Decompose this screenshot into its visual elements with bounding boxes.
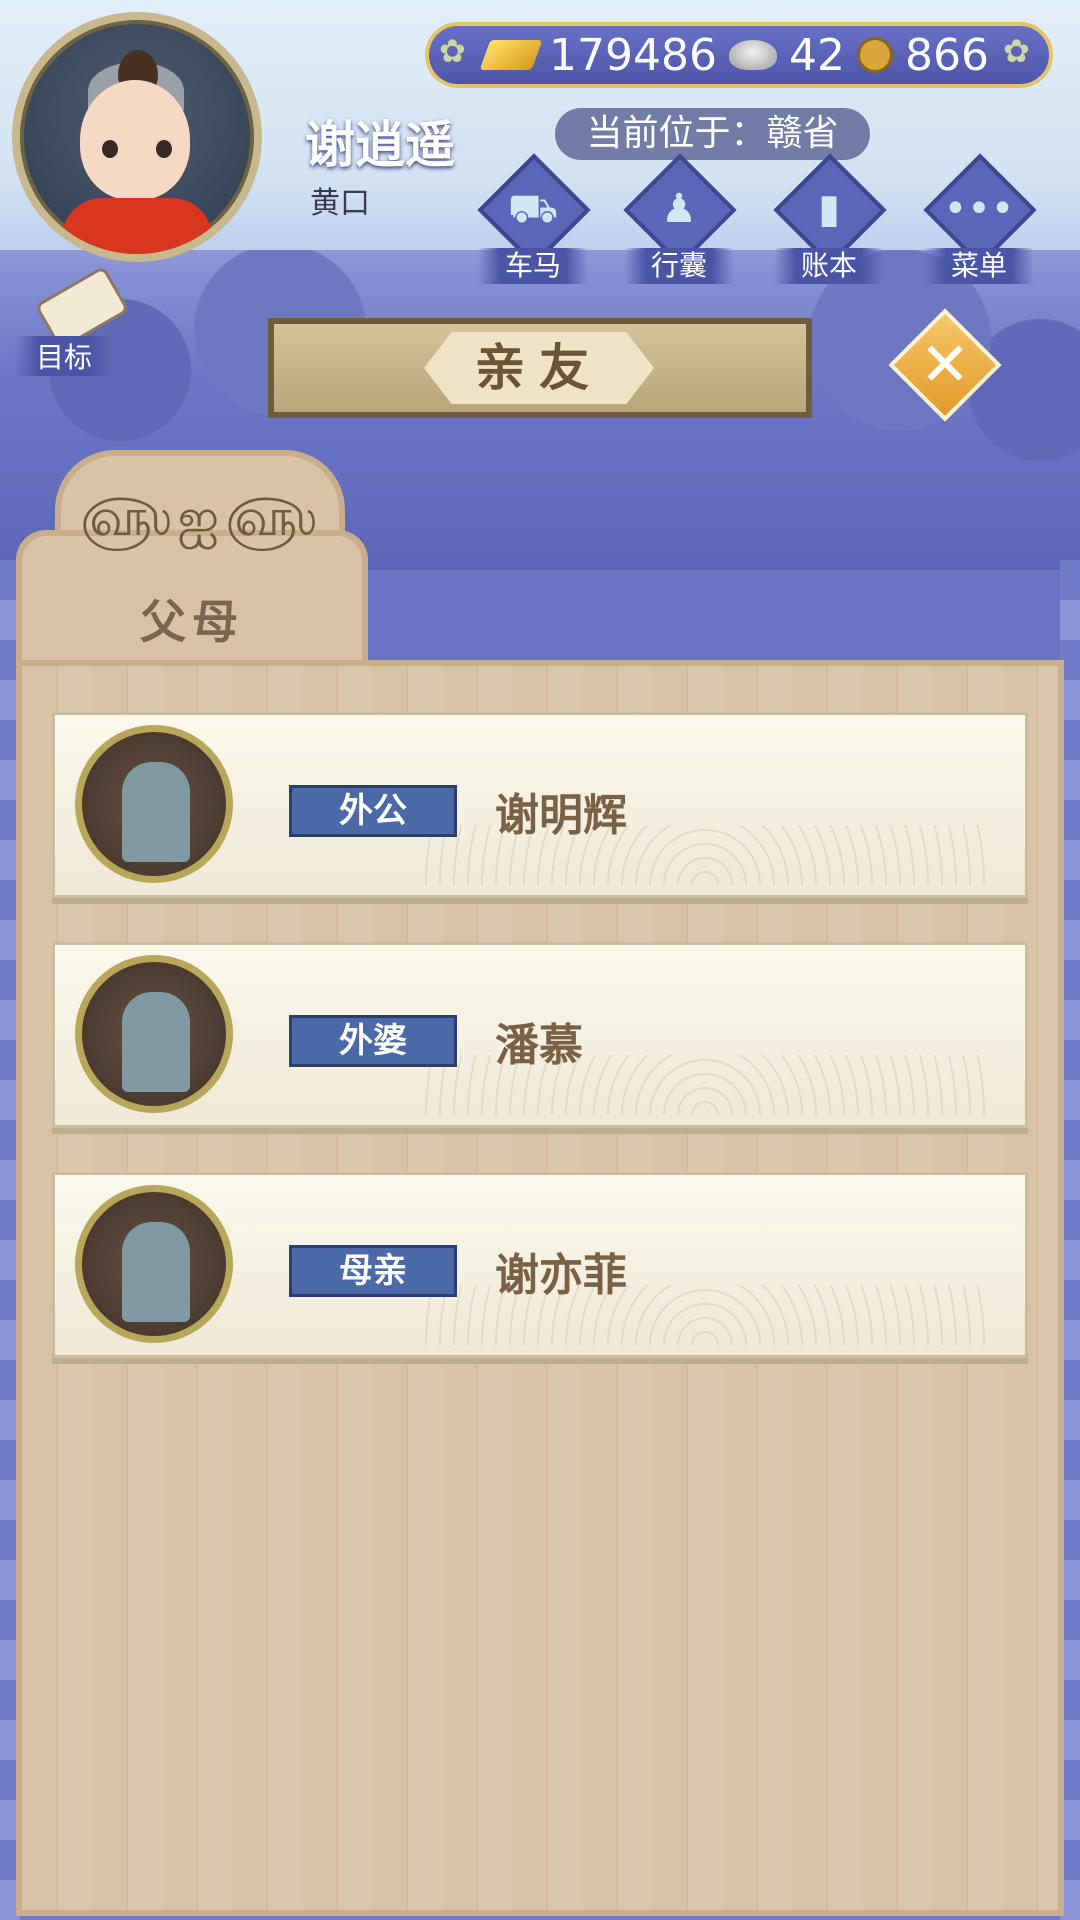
relative-name: 谢亦菲 — [495, 1250, 627, 1301]
relation-badge: 母亲 — [289, 1245, 457, 1297]
cloud-ornament-icon: ௵ஐ௵ — [80, 488, 323, 548]
relation-badge: 外婆 — [289, 1015, 457, 1067]
gold-amount: 179486 — [549, 29, 717, 81]
avatar-eye-right — [156, 140, 172, 158]
gold-ingot-icon — [479, 40, 543, 70]
goal-button[interactable]: 目标 — [14, 265, 134, 376]
carriage-icon: ⛟ — [507, 186, 559, 232]
menu-button-more[interactable]: ••• 菜单 — [923, 153, 1037, 290]
relative-card[interactable]: 外婆 潘慕 — [52, 942, 1028, 1128]
silver-amount: 42 — [788, 29, 845, 81]
bamboo-icon: ✿ — [439, 32, 466, 70]
player-title: 黄口 — [310, 186, 370, 221]
bundle-icon: ♟ — [661, 186, 697, 232]
tab-label: 父母 — [140, 595, 244, 649]
tombstone-icon — [122, 762, 190, 862]
menu-label: 账本 — [774, 248, 884, 284]
copper-amount: 866 — [904, 29, 989, 81]
tombstone-portrait — [75, 1185, 233, 1343]
menu-label: 行囊 — [624, 248, 734, 284]
menu-button-ledger[interactable]: ▮ 账本 — [773, 153, 887, 290]
relative-card[interactable]: 母亲 谢亦菲 — [52, 1172, 1028, 1358]
player-avatar[interactable] — [12, 12, 262, 262]
page-title: 亲友 — [424, 332, 654, 404]
goal-label: 目标 — [14, 336, 114, 376]
ledger-icon: ▮ — [817, 186, 840, 232]
currency-bar: ✿ 179486 42 866 ✿ — [425, 22, 1053, 88]
copper-coin-icon — [856, 37, 893, 73]
relative-name: 谢明辉 — [495, 790, 627, 841]
close-icon: ✕ — [919, 330, 971, 400]
menu-label: 车马 — [478, 248, 588, 284]
relation-badge: 外公 — [289, 785, 457, 837]
tombstone-icon — [122, 1222, 190, 1322]
menu-label: 菜单 — [924, 248, 1034, 284]
tombstone-icon — [122, 992, 190, 1092]
title-banner: 亲友 — [268, 318, 812, 418]
bamboo-icon: ✿ — [1003, 32, 1030, 70]
menu-button-carriage[interactable]: ⛟ 车马 — [477, 153, 591, 290]
avatar-robe — [62, 198, 212, 254]
silver-ingot-icon — [728, 40, 777, 70]
avatar-face — [80, 80, 190, 200]
location-label: 当前位于：赣省 — [555, 108, 870, 160]
tombstone-portrait — [75, 955, 233, 1113]
relative-name: 潘慕 — [495, 1020, 583, 1071]
player-name: 谢逍遥 — [305, 116, 455, 174]
menu-button-bundle[interactable]: ♟ 行囊 — [623, 153, 737, 290]
tombstone-portrait — [75, 725, 233, 883]
more-icon: ••• — [943, 186, 1015, 232]
avatar-eye-left — [102, 140, 118, 158]
relative-card[interactable]: 外公 谢明辉 — [52, 712, 1028, 898]
